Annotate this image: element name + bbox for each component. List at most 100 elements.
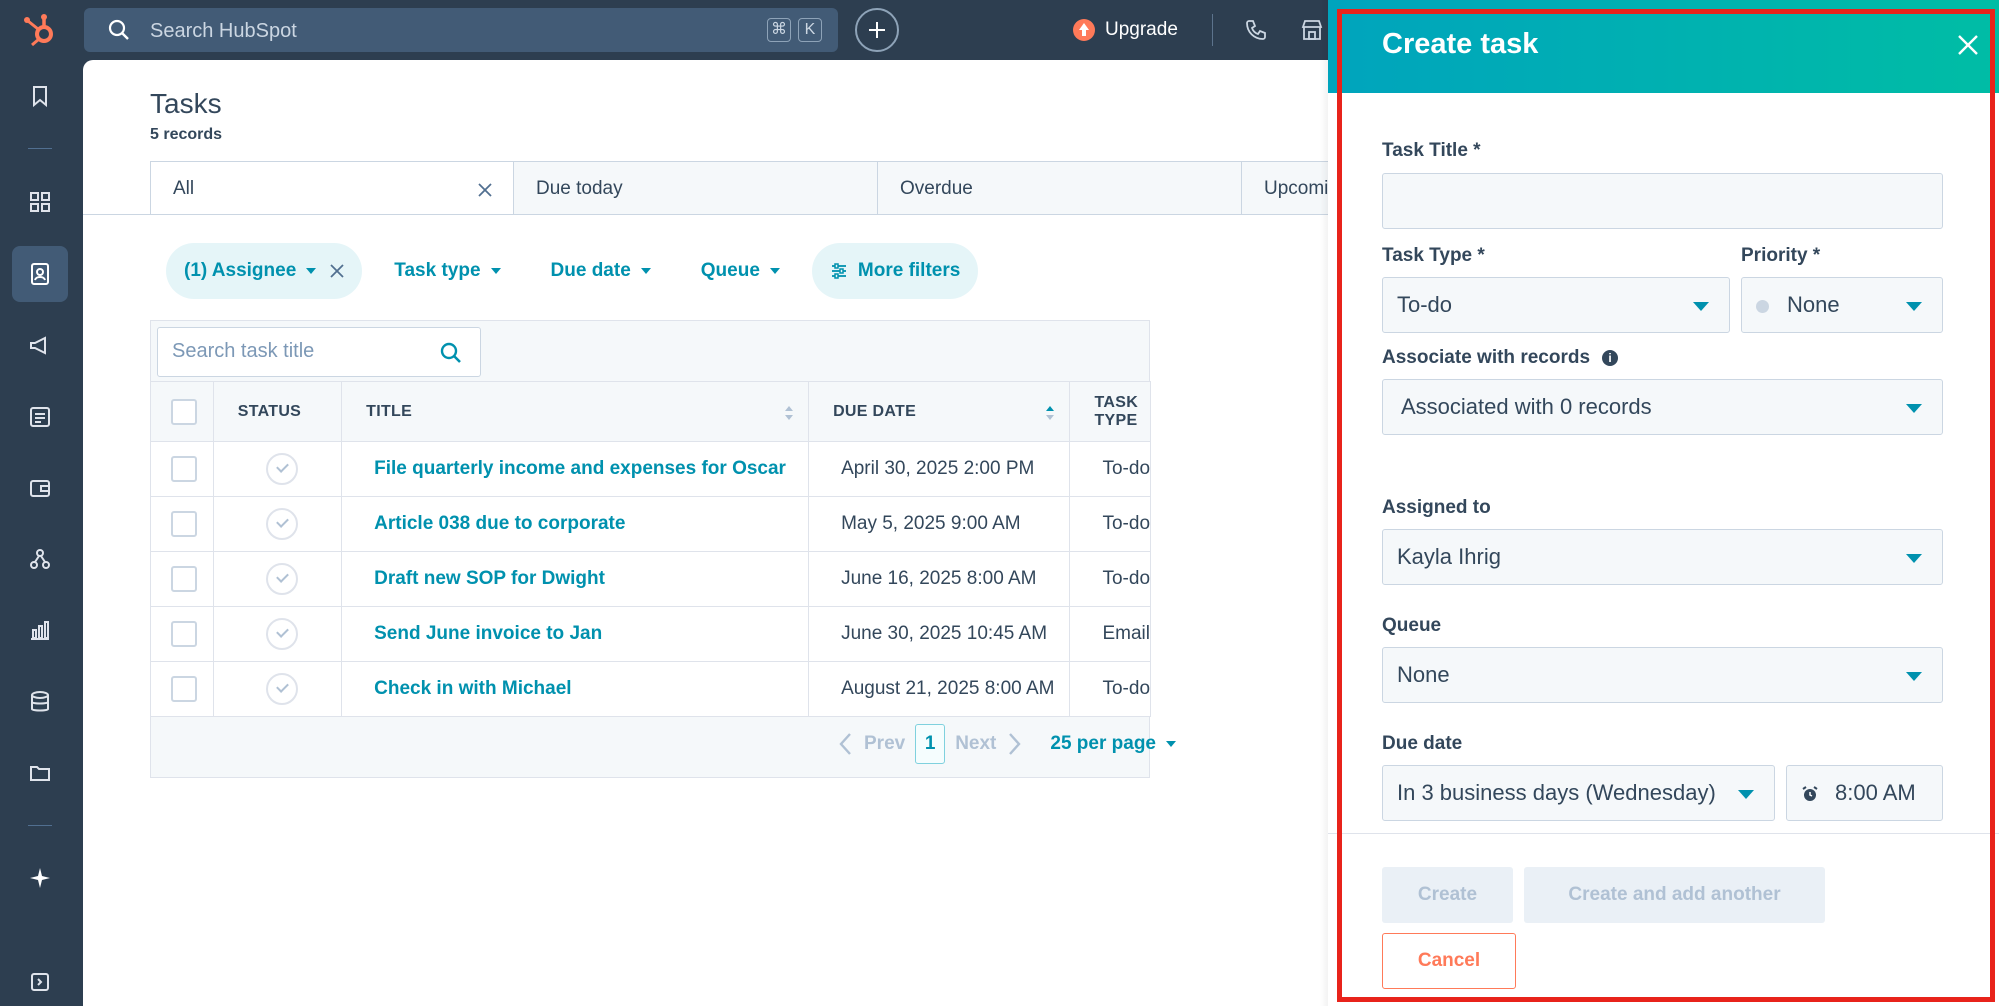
task-search-input[interactable] [172, 340, 432, 363]
table-row[interactable]: File quarterly income and expenses for O… [151, 441, 1151, 497]
title-column-header[interactable]: TITLE [341, 381, 810, 442]
pagination: Prev 1 Next 25 per page [838, 724, 1176, 764]
task-title-link[interactable]: Send June invoice to Jan [341, 606, 810, 662]
caret-down-icon [769, 268, 780, 274]
complete-task-icon[interactable] [265, 453, 298, 485]
queue-select[interactable]: None [1382, 647, 1943, 703]
row-checkbox[interactable] [171, 566, 197, 592]
search-icon[interactable] [440, 342, 462, 364]
task-title-input[interactable] [1397, 188, 1928, 214]
priority-select[interactable]: None [1741, 277, 1943, 333]
reporting-nav[interactable] [12, 602, 68, 658]
due-date-select[interactable]: In 3 business days (Wednesday) [1382, 765, 1775, 821]
tab-overdue[interactable]: Overdue [878, 161, 1242, 215]
table-row[interactable]: Send June invoice to Jan June 30, 2025 1… [151, 606, 1151, 662]
tab-due-today[interactable]: Due today [514, 161, 878, 215]
bookmarks-nav[interactable] [12, 68, 68, 124]
due-date-value: In 3 business days (Wednesday) [1397, 780, 1716, 805]
upgrade-button[interactable]: Upgrade [1073, 16, 1178, 44]
task-type-filter[interactable]: Task type [376, 243, 518, 299]
more-filters-button[interactable]: More filters [811, 243, 979, 299]
automation-nav[interactable] [12, 531, 68, 587]
marketing-nav[interactable] [12, 317, 68, 373]
caret-down-icon [1906, 672, 1922, 681]
clear-filter-icon[interactable] [330, 264, 344, 278]
sort-ascending-icon[interactable] [1045, 404, 1055, 422]
row-select-cell [151, 661, 214, 717]
close-icon[interactable] [1957, 34, 1979, 56]
due-date-cell: April 30, 2025 2:00 PM [808, 441, 1071, 497]
folder-icon [30, 766, 50, 781]
complete-task-icon[interactable] [265, 508, 298, 540]
status-column-header[interactable]: STATUS [213, 381, 343, 442]
queue-label: Queue [1382, 615, 1442, 636]
sort-icon[interactable] [784, 404, 794, 422]
library-nav[interactable] [12, 745, 68, 801]
close-icon[interactable] [477, 182, 493, 198]
ai-assistant-nav[interactable] [12, 850, 68, 906]
complete-task-icon[interactable] [265, 563, 298, 595]
row-select-cell [151, 606, 214, 662]
global-search-bar[interactable]: Search HubSpot ⌘ K [84, 8, 838, 52]
complete-task-icon[interactable] [265, 618, 298, 650]
task-search-box[interactable] [157, 327, 481, 377]
task-type-column-header[interactable]: TASK TYPE [1069, 381, 1151, 442]
per-page-dropdown[interactable]: 25 per page [1050, 733, 1176, 755]
page-title: Tasks [150, 88, 222, 119]
task-type-filter-label: Task type [394, 260, 481, 281]
due-time-select[interactable]: 8:00 AM [1786, 765, 1943, 821]
cancel-button[interactable]: Cancel [1382, 933, 1516, 989]
task-type-label: Task Type * [1382, 245, 1485, 266]
table-row[interactable]: Check in with Michael August 21, 2025 8:… [151, 661, 1151, 717]
select-all-checkbox[interactable] [171, 398, 197, 425]
task-type-cell: Email [1069, 606, 1151, 662]
k-key-badge: K [798, 18, 822, 42]
task-title-link[interactable]: Article 038 due to corporate [341, 496, 810, 552]
due-date-label: Due date [1382, 733, 1463, 754]
associate-records-select[interactable]: Associated with 0 records [1382, 379, 1943, 435]
complete-task-icon[interactable] [265, 673, 298, 705]
row-checkbox[interactable] [171, 621, 197, 647]
prev-page-button[interactable]: Prev [838, 732, 905, 756]
queue-filter[interactable]: Queue [683, 243, 798, 299]
due-date-column-header[interactable]: DUE DATE [808, 381, 1071, 442]
associate-label-row: Associate with records i [1382, 347, 1619, 369]
expand-sidebar-nav[interactable] [12, 954, 68, 1006]
commerce-nav[interactable] [12, 460, 68, 516]
status-cell [213, 441, 343, 497]
row-checkbox[interactable] [171, 511, 197, 537]
current-page-button[interactable]: 1 [915, 724, 946, 764]
task-title-field[interactable] [1382, 173, 1943, 229]
wallet-icon [30, 480, 50, 497]
due-date-filter[interactable]: Due date [533, 243, 669, 299]
task-type-select[interactable]: To-do [1382, 277, 1730, 333]
queue-filter-label: Queue [700, 260, 760, 281]
task-title-label: Task Title * [1382, 140, 1481, 161]
tab-all[interactable]: All [150, 161, 514, 215]
assigned-to-select[interactable]: Kayla Ihrig [1382, 529, 1943, 585]
phone-icon[interactable] [1244, 18, 1268, 42]
crm-nav[interactable] [12, 246, 68, 302]
task-title-link[interactable]: Check in with Michael [341, 661, 810, 717]
data-management-nav[interactable] [12, 674, 68, 730]
workflow-icon [30, 549, 50, 569]
next-page-button[interactable]: Next [955, 732, 1022, 756]
task-title-link[interactable]: File quarterly income and expenses for O… [341, 441, 810, 497]
hubspot-logo-icon[interactable] [22, 12, 60, 50]
task-title-link[interactable]: Draft new SOP for Dwight [341, 551, 810, 607]
table-row[interactable]: Article 038 due to corporate May 5, 2025… [151, 496, 1151, 552]
content-nav[interactable] [12, 389, 68, 445]
workspaces-nav[interactable] [12, 174, 68, 230]
global-search-placeholder: Search HubSpot [150, 20, 297, 42]
table-row[interactable]: Draft new SOP for Dwight June 16, 2025 8… [151, 551, 1151, 607]
assignee-filter[interactable]: (1) Assignee [166, 243, 363, 299]
row-checkbox[interactable] [171, 456, 197, 482]
row-checkbox[interactable] [171, 676, 197, 702]
info-icon[interactable]: i [1602, 349, 1619, 366]
sparkle-icon [30, 868, 50, 888]
create-button[interactable]: Create [1382, 867, 1513, 923]
status-header-label: STATUS [237, 402, 302, 420]
create-and-add-another-button[interactable]: Create and add another [1524, 867, 1825, 923]
create-new-button[interactable] [855, 8, 899, 52]
due-time-value: 8:00 AM [1835, 780, 1916, 805]
